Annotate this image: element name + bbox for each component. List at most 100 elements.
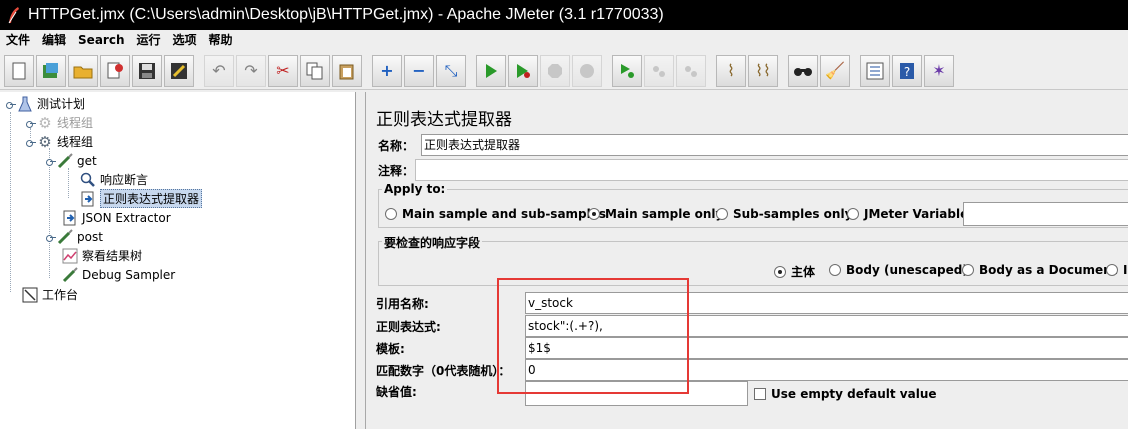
open-button[interactable] bbox=[68, 54, 98, 87]
tree-label: get bbox=[77, 153, 97, 168]
plus-icon: + bbox=[380, 61, 394, 80]
split-pane-divider[interactable] bbox=[356, 92, 366, 429]
radio-main-and-sub[interactable]: Main sample and sub-samples bbox=[385, 207, 606, 221]
checkbox-label: Use empty default value bbox=[771, 387, 937, 401]
tree-node-test-plan[interactable]: 测试计划 bbox=[4, 94, 85, 113]
extractor-icon bbox=[80, 191, 96, 207]
default-value-input[interactable] bbox=[525, 381, 748, 406]
radio-jmeter-variable[interactable]: JMeter Variable bbox=[847, 207, 968, 221]
use-empty-default-checkbox[interactable]: Use empty default value bbox=[754, 387, 937, 401]
regex-label: 正则表达式: bbox=[376, 320, 441, 334]
gear-icon: ⚙ bbox=[38, 132, 52, 151]
function-helper-button[interactable] bbox=[860, 54, 890, 87]
tree-node-thread-group[interactable]: ⚙ 线程组 bbox=[24, 132, 93, 151]
regex-input[interactable]: stock":(.+?), bbox=[525, 315, 1128, 337]
tree-node-post[interactable]: post bbox=[44, 227, 103, 246]
logo-button[interactable]: ✶ bbox=[924, 54, 954, 87]
sampler-pen-icon bbox=[57, 152, 73, 169]
help-button[interactable]: ? bbox=[892, 54, 922, 87]
gear-icon: ⚙ bbox=[38, 113, 52, 132]
expand-handle-icon[interactable] bbox=[44, 232, 56, 242]
save-button[interactable] bbox=[132, 54, 162, 87]
radio-body[interactable]: 主体 bbox=[774, 263, 815, 280]
reset-search-button[interactable]: 🧹 bbox=[820, 54, 850, 87]
radio-circle-icon bbox=[962, 264, 974, 276]
menu-edit[interactable]: 编辑 bbox=[36, 30, 72, 50]
save-as-button[interactable] bbox=[164, 54, 194, 87]
undo-icon: ↶ bbox=[212, 61, 226, 80]
close-button[interactable] bbox=[100, 54, 130, 87]
new-button[interactable] bbox=[4, 54, 34, 87]
paste-button[interactable] bbox=[332, 54, 362, 87]
collapse-all-button[interactable]: − bbox=[404, 54, 434, 87]
remote-start-button[interactable] bbox=[612, 54, 642, 87]
template-input[interactable]: $1$ bbox=[525, 337, 1128, 359]
expand-handle-icon[interactable] bbox=[4, 99, 16, 109]
expand-all-button[interactable]: + bbox=[372, 54, 402, 87]
tree-label: Debug Sampler bbox=[82, 267, 176, 282]
name-label: 名称： bbox=[378, 139, 415, 153]
match-no-input[interactable]: 0 bbox=[525, 359, 1128, 381]
comment-input[interactable] bbox=[415, 159, 1128, 181]
redo-button[interactable]: ↷ bbox=[236, 54, 266, 87]
search-button[interactable] bbox=[788, 54, 818, 87]
remote-shutdown-button[interactable] bbox=[676, 54, 706, 87]
chart-icon bbox=[62, 248, 78, 264]
radio-body-document[interactable]: Body as a Document bbox=[962, 263, 1117, 277]
window-title: HTTPGet.jmx (C:\Users\admin\Desktop\jB\H… bbox=[28, 6, 664, 23]
broom-icon: ⌇ bbox=[727, 61, 735, 80]
radio-sub-only[interactable]: Sub-samples only bbox=[716, 207, 852, 221]
new-file-icon bbox=[12, 62, 26, 79]
cut-button[interactable]: ✂ bbox=[268, 54, 298, 87]
radio-body-unescaped[interactable]: Body (unescaped) bbox=[829, 263, 968, 277]
default-value-label: 缺省值: bbox=[376, 385, 417, 399]
tree-node-workbench[interactable]: 工作台 bbox=[22, 285, 78, 304]
expand-handle-icon[interactable] bbox=[44, 156, 56, 166]
start-no-pauses-button[interactable] bbox=[508, 54, 538, 87]
expand-handle-icon[interactable] bbox=[24, 137, 36, 147]
menu-run[interactable]: 运行 bbox=[130, 30, 166, 50]
tree-node-debug-sampler[interactable]: Debug Sampler bbox=[62, 265, 175, 284]
tree-node-response-assertion[interactable]: 响应断言 bbox=[80, 170, 148, 189]
expand-handle-icon[interactable] bbox=[24, 118, 36, 128]
list-icon bbox=[866, 62, 884, 79]
ref-name-input[interactable]: v_stock bbox=[525, 292, 1128, 314]
name-input[interactable]: 正则表达式提取器 bbox=[421, 134, 1128, 156]
tree-label: 正则表达式提取器 bbox=[100, 189, 203, 208]
clear-all-button[interactable]: ⌇⌇ bbox=[748, 54, 778, 87]
radio-circle-icon bbox=[829, 264, 841, 276]
radio-more[interactable]: I bbox=[1106, 263, 1127, 277]
menu-options[interactable]: 选项 bbox=[167, 30, 203, 50]
scissors-icon: ✂ bbox=[276, 61, 290, 80]
stop-button[interactable] bbox=[540, 54, 570, 87]
templates-button[interactable] bbox=[36, 54, 66, 87]
remote-stop-button[interactable] bbox=[644, 54, 674, 87]
toolbar: ↶ ↷ ✂ + − ⤡ ⌇ ⌇⌇ 🧹 ? ✶ bbox=[0, 52, 1128, 90]
match-no-label: 匹配数字（0代表随机）： bbox=[376, 364, 511, 378]
tree-node-json-extractor[interactable]: JSON Extractor bbox=[62, 208, 171, 227]
tree-node-get[interactable]: get bbox=[44, 151, 97, 170]
panel-title: 正则表达式提取器 bbox=[376, 110, 512, 130]
jmeter-variable-input[interactable] bbox=[963, 202, 1128, 226]
menu-search[interactable]: Search bbox=[72, 30, 130, 50]
reset-broom-icon: 🧹 bbox=[825, 61, 845, 80]
shutdown-button[interactable] bbox=[572, 54, 602, 87]
copy-icon bbox=[306, 62, 323, 79]
start-button[interactable] bbox=[476, 54, 506, 87]
radio-label: Main sample only bbox=[605, 207, 724, 221]
menu-file[interactable]: 文件 bbox=[0, 30, 36, 50]
tree-node-view-results-tree[interactable]: 察看结果树 bbox=[62, 246, 142, 265]
tree-label: 线程组 bbox=[57, 135, 94, 149]
menu-help[interactable]: 帮助 bbox=[203, 30, 239, 50]
title-bar: HTTPGet.jmx (C:\Users\admin\Desktop\jB\H… bbox=[0, 0, 1128, 30]
undo-button[interactable]: ↶ bbox=[204, 54, 234, 87]
remote-shutdown-icon bbox=[685, 65, 697, 77]
toggle-button[interactable]: ⤡ bbox=[436, 54, 466, 87]
tree-node-regex-extractor[interactable]: 正则表达式提取器 bbox=[80, 189, 203, 208]
tree-node-thread-group-disabled[interactable]: ⚙ 线程组 bbox=[24, 113, 93, 132]
help-book-icon: ? bbox=[900, 62, 914, 79]
copy-button[interactable] bbox=[300, 54, 330, 87]
radio-main-only[interactable]: Main sample only bbox=[588, 207, 723, 221]
clear-button[interactable]: ⌇ bbox=[716, 54, 746, 87]
toggle-icon: ⤡ bbox=[444, 60, 458, 80]
